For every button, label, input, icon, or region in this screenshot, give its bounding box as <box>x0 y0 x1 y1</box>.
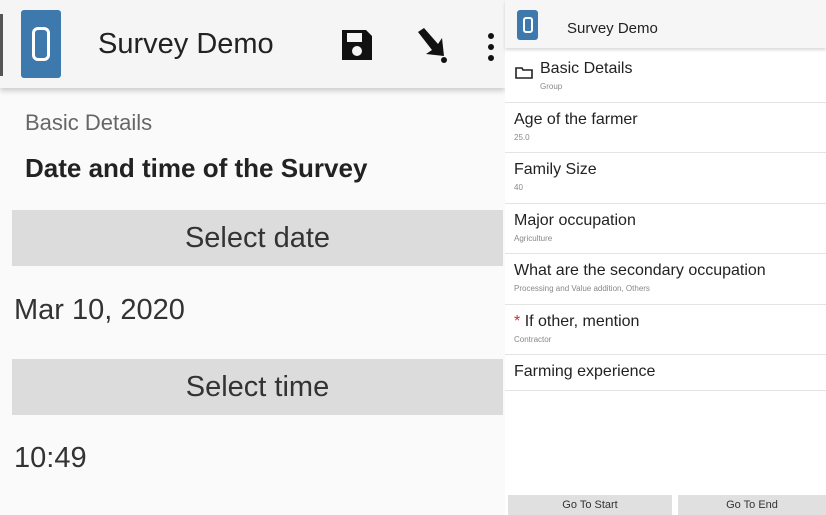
save-icon[interactable] <box>340 28 374 62</box>
divider <box>0 14 3 76</box>
app-title-small: Survey Demo <box>567 20 658 37</box>
list-item-label: Major occupation <box>514 211 636 229</box>
list-item-value: Agriculture <box>514 233 553 243</box>
hierarchy-view: Survey Demo Basic Details Group Age of t… <box>505 0 826 515</box>
list-item-value: 40 <box>514 183 523 192</box>
app-toolbar: Survey Demo <box>0 0 505 88</box>
list-item[interactable]: Family Size 40 <box>505 153 826 204</box>
app-logo-icon <box>21 10 61 78</box>
go-to-arrow-icon[interactable] <box>412 24 452 64</box>
more-vert-icon[interactable] <box>486 32 496 62</box>
list-item[interactable]: What are the secondary occupation Proces… <box>505 254 826 305</box>
go-to-start-button[interactable]: Go To Start <box>508 495 672 515</box>
go-to-end-button[interactable]: Go To End <box>678 495 826 515</box>
list-item-value: Contractor <box>514 334 552 344</box>
question-label: Date and time of the Survey <box>25 153 368 183</box>
list-item-label: Basic Details <box>540 60 633 77</box>
group-label: Basic Details <box>25 110 153 135</box>
app-title: Survey Demo <box>98 28 274 60</box>
question-list: Basic Details Group Age of the farmer 25… <box>505 52 826 391</box>
question-view: Survey Demo Basic Details Date and time … <box>0 0 505 515</box>
folder-icon <box>515 67 533 79</box>
select-time-button[interactable]: Select time <box>12 359 503 415</box>
list-item-label: Age of the farmer <box>514 110 638 128</box>
list-item[interactable]: * If other, mention Contractor <box>505 305 826 355</box>
time-value: 10:49 <box>14 442 87 474</box>
list-item-value: Group <box>540 82 563 91</box>
select-date-button[interactable]: Select date <box>12 210 503 266</box>
list-item-group[interactable]: Basic Details Group <box>505 52 826 103</box>
list-item-value: Processing and Value addition, Others <box>514 284 650 293</box>
app-logo-icon <box>517 10 538 40</box>
list-item-label: Family Size <box>514 161 597 178</box>
app-toolbar-small: Survey Demo <box>505 0 826 48</box>
list-item[interactable]: Farming experience <box>505 355 826 391</box>
list-item-label: Farming experience <box>514 363 656 380</box>
list-item[interactable]: Age of the farmer 25.0 <box>505 103 826 153</box>
list-item-label: * If other, mention <box>514 312 640 330</box>
list-item-label: What are the secondary occupation <box>514 262 766 279</box>
list-item[interactable]: Major occupation Agriculture <box>505 204 826 254</box>
date-value: Mar 10, 2020 <box>14 294 185 326</box>
list-item-value: 25.0 <box>514 132 530 142</box>
required-mark: * <box>514 312 521 330</box>
